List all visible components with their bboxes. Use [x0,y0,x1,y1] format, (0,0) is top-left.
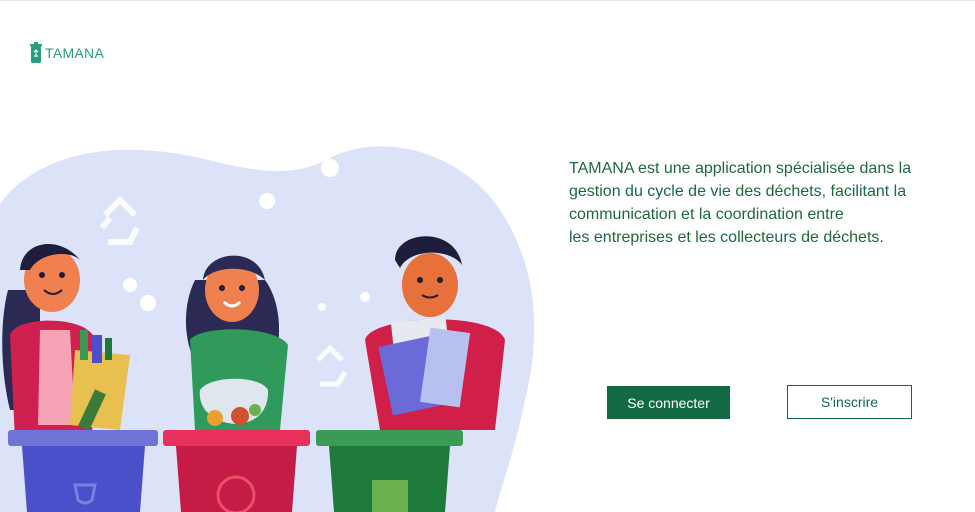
app-logo[interactable]: TAMANA [30,42,104,64]
recycle-bin-icon [30,42,42,63]
app-name: TAMANA [45,45,105,61]
description-line: TAMANA est une application spécialisée d… [569,160,912,177]
bin-blue [8,430,158,512]
top-border [0,0,975,1]
description-line: les entreprises et les collecteurs de dé… [569,229,884,246]
register-button[interactable]: S'inscrire [787,385,912,419]
hero-illustration [0,140,545,512]
bin-green [316,430,463,512]
app-description: TAMANA est une application spécialisée d… [569,157,969,249]
description-line: communication et la coordination entre [569,206,844,223]
bin-red [163,430,310,512]
login-button[interactable]: Se connecter [607,386,730,419]
description-line: gestion du cycle de vie des déchets, fac… [569,183,907,200]
